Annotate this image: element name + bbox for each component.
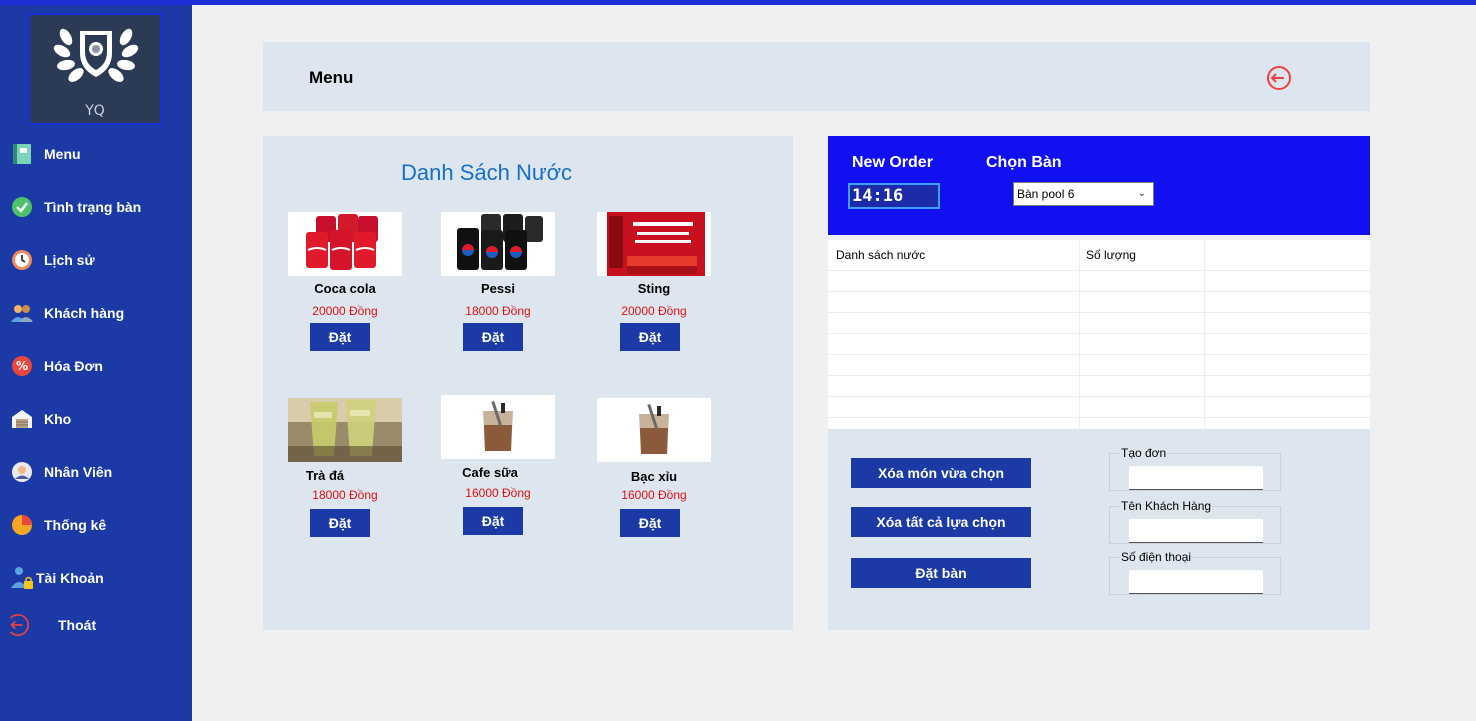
sidebar-item-menu[interactable]: Menu: [10, 141, 81, 167]
order-pepsi-button[interactable]: Đặt: [463, 323, 523, 351]
remove-selected-button[interactable]: Xóa món vừa chọn: [851, 458, 1031, 488]
coca-cola-image: [288, 212, 402, 276]
order-sting-button[interactable]: Đặt: [620, 323, 680, 351]
account-lock-icon: [10, 566, 34, 590]
svg-text:%: %: [16, 359, 28, 373]
warehouse-icon: [10, 407, 34, 431]
order-items-table[interactable]: Danh sách nước Số lượng: [828, 240, 1370, 429]
create-order-input[interactable]: [1129, 466, 1263, 490]
sidebar-item-table-status[interactable]: Tình trạng bàn: [10, 194, 141, 220]
customer-name-group: Tên Khách Hàng: [1109, 499, 1281, 544]
sidebar-item-warehouse[interactable]: Kho: [10, 406, 71, 432]
drink-name: Trà đá: [305, 468, 345, 483]
table-select-value: Bàn pool 6: [1017, 187, 1075, 201]
pepsi-image: [441, 212, 555, 276]
phone-input[interactable]: [1129, 570, 1263, 594]
logout-icon[interactable]: [1263, 62, 1295, 94]
drink-name: Pessi: [481, 281, 515, 296]
sidebar-item-label: Menu: [44, 146, 81, 162]
sidebar-item-invoice[interactable]: % Hóa Đơn: [10, 353, 103, 379]
page-title: Menu: [309, 68, 354, 87]
sidebar-item-exit[interactable]: Thoát: [6, 612, 96, 638]
sidebar-item-label: Tình trạng bàn: [44, 199, 142, 215]
phone-group: Số điện thoại: [1109, 550, 1281, 595]
check-circle-icon: [10, 195, 34, 219]
app-logo: YQ: [28, 13, 162, 125]
sidebar-item-label: Kho: [44, 411, 72, 427]
drink-list-title: Danh Sách Nước: [401, 160, 573, 185]
history-clock-icon: [10, 248, 34, 272]
sidebar-item-label: Lịch sử: [44, 252, 95, 268]
order-coca-cola-button[interactable]: Đặt: [310, 323, 370, 351]
order-iced-tea-button[interactable]: Đặt: [310, 509, 370, 537]
sidebar: YQ Menu Tình trạng bàn Lịch sử Khách hàn…: [0, 5, 192, 721]
customer-name-input[interactable]: [1129, 519, 1263, 543]
drink-name: Sting: [637, 281, 671, 296]
sidebar-item-label: Thống kê: [44, 517, 107, 533]
sidebar-item-label: Tài Khoản: [36, 570, 104, 586]
sting-image: [597, 212, 711, 276]
bac-xiu-image: [597, 398, 711, 462]
drink-price: 20000 Đồng: [621, 304, 687, 318]
book-table-button[interactable]: Đặt bàn: [851, 558, 1031, 588]
sidebar-item-account[interactable]: Tài Khoản: [10, 565, 104, 591]
sidebar-item-label: Nhân Viên: [44, 464, 113, 480]
drink-price: 20000 Đồng: [312, 304, 378, 318]
sidebar-item-statistics[interactable]: Thống kê: [10, 512, 106, 538]
drink-list-panel: Danh Sách Nước Coca cola 20000 Đồng Đặt: [263, 136, 793, 630]
sidebar-item-employees[interactable]: Nhân Viên: [10, 459, 112, 485]
chevron-down-icon: ⌄: [1137, 188, 1146, 199]
order-milk-coffee-button[interactable]: Đặt: [463, 507, 523, 535]
column-header-drinks: Danh sách nước: [836, 248, 926, 262]
top-border: [0, 0, 1476, 5]
invoice-percent-icon: %: [10, 354, 34, 378]
logout-icon: [6, 613, 30, 637]
phone-label: Số điện thoại: [1120, 550, 1193, 564]
table-select[interactable]: Bàn pool 6 ⌄: [1013, 182, 1154, 206]
milk-coffee-image: [441, 395, 555, 459]
employee-icon: [10, 460, 34, 484]
order-time-field[interactable]: 14:16: [848, 183, 940, 209]
order-bac-xiu-button[interactable]: Đặt: [620, 509, 680, 537]
order-actions-panel: Xóa món vừa chọn Xóa tất cả lựa chọn Đặt…: [828, 429, 1370, 630]
drink-price: 18000 Đồng: [465, 304, 531, 318]
drink-name: Bạc xỉu: [630, 469, 678, 484]
drink-price: 16000 Đồng: [621, 488, 687, 502]
sidebar-item-label: Khách hàng: [44, 305, 125, 321]
iced-tea-image: [288, 398, 402, 462]
pie-chart-icon: [10, 513, 34, 537]
sidebar-item-customers[interactable]: Khách hàng: [10, 300, 124, 326]
remove-all-button[interactable]: Xóa tất cả lựa chọn: [851, 507, 1031, 537]
create-order-group: Tạo đơn: [1109, 446, 1281, 491]
column-header-quantity: Số lượng: [1086, 248, 1136, 262]
sidebar-item-history[interactable]: Lịch sử: [10, 247, 95, 273]
laurel-shield-icon: [53, 28, 139, 82]
customer-name-label: Tên Khách Hàng: [1120, 499, 1213, 513]
drink-name: Cafe sữa: [462, 465, 518, 480]
drink-price: 16000 Đồng: [465, 486, 531, 500]
menu-book-icon: [10, 142, 34, 166]
page-header: Menu: [263, 42, 1370, 111]
drink-price: 18000 Đồng: [312, 488, 378, 502]
customers-icon: [10, 301, 34, 325]
choose-table-label: Chọn Bàn: [986, 154, 1062, 171]
sidebar-item-label: Thoát: [58, 617, 97, 633]
drink-name: Coca cola: [314, 281, 376, 296]
logo-text: YQ: [85, 103, 105, 119]
order-header: New Order Chọn Bàn 14:16 Bàn pool 6 ⌄: [828, 136, 1370, 235]
create-order-label: Tạo đơn: [1120, 446, 1168, 460]
new-order-label: New Order: [852, 154, 933, 171]
sidebar-item-label: Hóa Đơn: [44, 358, 103, 374]
